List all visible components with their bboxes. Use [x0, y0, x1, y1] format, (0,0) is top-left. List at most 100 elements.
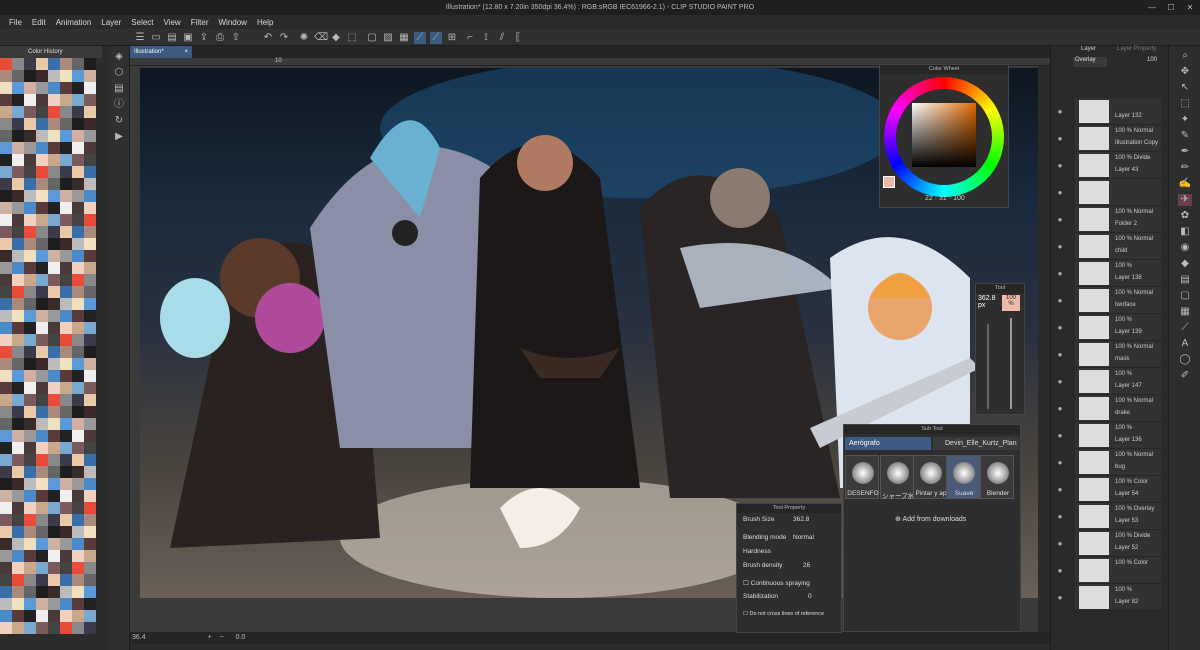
color-swatch[interactable] [48, 490, 60, 502]
color-swatch[interactable] [24, 514, 36, 526]
color-swatch[interactable] [12, 622, 24, 634]
color-swatch[interactable] [24, 178, 36, 190]
color-swatch[interactable] [36, 178, 48, 190]
rotation-value[interactable]: 0.0 [236, 634, 246, 641]
color-swatch[interactable] [48, 442, 60, 454]
color-swatch[interactable] [48, 466, 60, 478]
color-swatch[interactable] [36, 538, 48, 550]
color-swatch[interactable] [24, 586, 36, 598]
color-history-grid[interactable] [0, 58, 96, 638]
snap-grid-icon[interactable]: ⊞ [446, 32, 458, 44]
color-swatch[interactable] [72, 586, 84, 598]
color-swatch[interactable] [72, 610, 84, 622]
color-swatch[interactable] [84, 418, 96, 430]
tab-illustration[interactable]: Illustration* × [130, 46, 192, 58]
color-swatch[interactable] [48, 94, 60, 106]
color-swatch[interactable] [0, 226, 12, 238]
color-swatch[interactable] [84, 394, 96, 406]
color-swatch[interactable] [48, 262, 60, 274]
color-swatch[interactable] [0, 394, 12, 406]
color-swatch[interactable] [0, 190, 12, 202]
blend-mode-dropdown[interactable]: Overlay [1073, 57, 1107, 67]
color-swatch[interactable] [60, 214, 72, 226]
color-swatch[interactable] [60, 262, 72, 274]
close-button[interactable]: ✕ [1184, 2, 1196, 13]
color-swatch[interactable] [84, 58, 96, 70]
color-swatch[interactable] [24, 298, 36, 310]
color-swatch[interactable] [24, 418, 36, 430]
color-swatch[interactable] [60, 538, 72, 550]
color-swatch[interactable] [24, 478, 36, 490]
color-swatch[interactable] [60, 166, 72, 178]
color-swatch[interactable] [84, 106, 96, 118]
color-swatch[interactable] [72, 118, 84, 130]
color-swatch[interactable] [84, 622, 96, 634]
color-swatch[interactable] [84, 430, 96, 442]
color-swatch[interactable] [72, 322, 84, 334]
color-swatch[interactable] [0, 118, 12, 130]
color-swatch[interactable] [72, 382, 84, 394]
layer-visibility-icon[interactable]: ● [1055, 431, 1065, 441]
color-swatch[interactable] [60, 118, 72, 130]
color-swatch[interactable] [84, 118, 96, 130]
color-swatch[interactable] [60, 202, 72, 214]
color-swatch[interactable] [12, 118, 24, 130]
print-icon[interactable]: ⎙ [214, 32, 226, 44]
color-swatch[interactable] [72, 346, 84, 358]
color-swatch[interactable] [84, 538, 96, 550]
layer-visibility-icon[interactable]: ● [1055, 107, 1065, 117]
color-swatch[interactable] [0, 490, 12, 502]
color-swatch[interactable] [12, 106, 24, 118]
perspective-icon[interactable]: ⟟ [480, 32, 492, 44]
stabilization-value[interactable]: 0 [808, 593, 812, 600]
color-swatch[interactable] [72, 394, 84, 406]
color-swatch[interactable] [60, 574, 72, 586]
layer-visibility-icon[interactable]: ● [1055, 512, 1065, 522]
color-swatch[interactable] [36, 106, 48, 118]
color-swatch[interactable] [36, 562, 48, 574]
color-swatch[interactable] [84, 202, 96, 214]
layer-row[interactable]: 100 % Color Layer 54 [1075, 476, 1161, 503]
color-swatch[interactable] [84, 310, 96, 322]
color-swatch[interactable] [36, 514, 48, 526]
color-swatch[interactable] [48, 562, 60, 574]
color-swatch[interactable] [72, 490, 84, 502]
color-swatch[interactable] [12, 598, 24, 610]
color-swatch[interactable] [60, 310, 72, 322]
color-swatch[interactable] [0, 142, 12, 154]
color-swatch[interactable] [0, 202, 12, 214]
color-swatch[interactable] [24, 430, 36, 442]
menu-edit[interactable]: Edit [32, 18, 46, 27]
layer-tab[interactable]: Layer [1081, 46, 1096, 52]
color-swatch[interactable] [84, 442, 96, 454]
move-tool-icon[interactable]: ✥ [1178, 66, 1192, 78]
color-swatch[interactable] [0, 538, 12, 550]
color-swatch[interactable] [48, 370, 60, 382]
color-swatch[interactable] [0, 346, 12, 358]
color-swatch[interactable] [36, 118, 48, 130]
add-from-downloads-button[interactable]: ⊕ Add from downloads [895, 515, 966, 523]
menu-help[interactable]: Help [257, 18, 273, 27]
color-swatch[interactable] [48, 154, 60, 166]
layer-property-tab[interactable]: Layer Property [1117, 46, 1156, 52]
color-swatch[interactable] [84, 322, 96, 334]
menu-icon[interactable]: ☰ [134, 32, 146, 44]
brush-item-selected[interactable]: Suave [946, 455, 980, 499]
color-swatch[interactable] [12, 418, 24, 430]
color-swatch[interactable] [24, 598, 36, 610]
decoration-tool-icon[interactable]: ✿ [1178, 210, 1192, 222]
brush-item[interactable]: DESENFO [845, 455, 879, 499]
color-swatch[interactable] [72, 106, 84, 118]
airbrush-tool-icon[interactable]: ✈ [1178, 194, 1192, 206]
color-swatch[interactable] [84, 250, 96, 262]
color-swatch[interactable] [84, 382, 96, 394]
color-swatch[interactable] [60, 598, 72, 610]
color-swatch[interactable] [24, 142, 36, 154]
color-swatch[interactable] [84, 130, 96, 142]
color-swatch[interactable] [60, 502, 72, 514]
color-swatch[interactable] [24, 238, 36, 250]
color-swatch[interactable] [72, 526, 84, 538]
color-swatch[interactable] [12, 526, 24, 538]
layer-row[interactable]: 100 % Normal drake [1075, 395, 1161, 422]
color-swatch[interactable] [12, 370, 24, 382]
